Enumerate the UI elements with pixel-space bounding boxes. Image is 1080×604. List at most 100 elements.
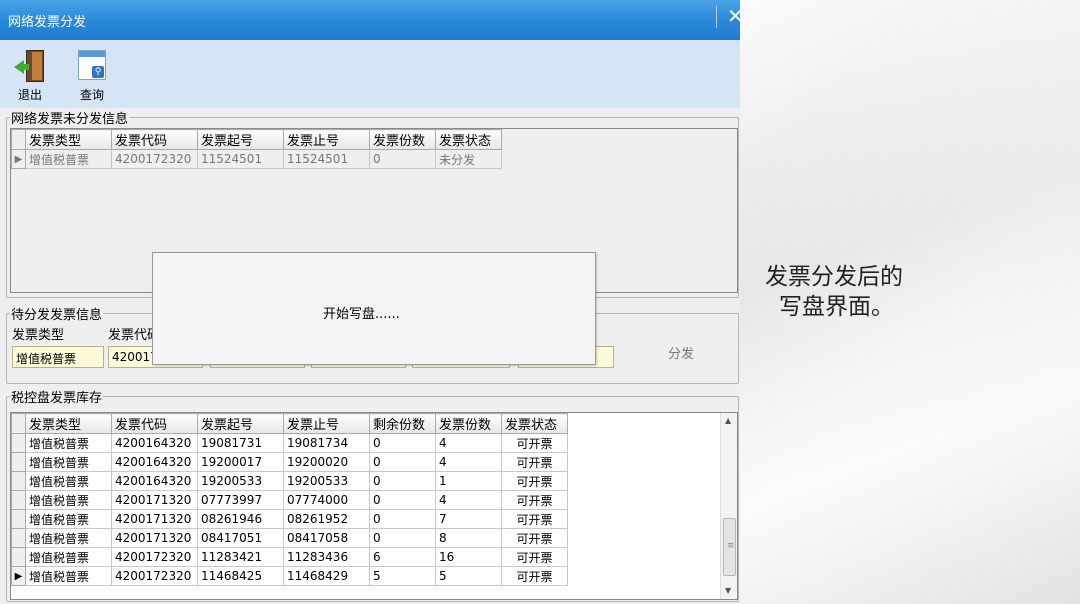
column-header[interactable]: 发票份数	[435, 413, 502, 434]
table-cell: 5	[369, 566, 436, 586]
table-cell: 8	[435, 528, 502, 548]
table-cell: 增值税普票	[25, 433, 112, 453]
row-indicator[interactable]: ▶	[11, 149, 26, 169]
column-header[interactable]: 发票状态	[435, 129, 502, 150]
table-cell: 11524501	[197, 149, 284, 169]
query-window-icon: ⚲	[76, 48, 108, 84]
table-cell: 5	[435, 566, 502, 586]
scroll-up-icon[interactable]: ▲	[725, 416, 731, 425]
table-cell: 07773997	[197, 490, 284, 510]
table-row[interactable]: 增值税普票 4200164320 19200533 19200533 0 1 可开票	[11, 471, 568, 491]
table-cell: 增值税普票	[25, 566, 112, 586]
table-cell: 4200171320	[111, 490, 198, 510]
table-cell: 08261952	[283, 509, 370, 529]
row-indicator[interactable]	[11, 433, 26, 453]
table-cell: 19200017	[197, 452, 284, 472]
table-cell: 增值税普票	[25, 149, 112, 169]
table-cell: 可开票	[501, 509, 568, 529]
table-cell: 11283436	[283, 547, 370, 567]
close-icon[interactable]: ✕	[727, 4, 740, 28]
table-cell: 19200533	[197, 471, 284, 491]
table-cell: 4200171320	[111, 509, 198, 529]
table-cell: 08261946	[197, 509, 284, 529]
table-cell: 6	[369, 547, 436, 567]
table-cell: 4	[435, 433, 502, 453]
query-button[interactable]: ⚲ 查询	[74, 48, 110, 103]
table-cell: 1	[435, 471, 502, 491]
pending-legend: 待分发发票信息	[11, 308, 103, 323]
exit-button[interactable]: 退出	[12, 48, 48, 103]
table-row[interactable]: ▶ 增值税普票 4200172320 11524501 11524501 0 未分发	[11, 149, 502, 169]
column-header[interactable]: 发票类型	[25, 413, 112, 434]
table-cell: 可开票	[501, 433, 568, 453]
table-cell: 增值税普票	[25, 509, 112, 529]
caption: 发票分发后的 写盘界面。	[765, 262, 965, 322]
table-cell: 4200171320	[111, 528, 198, 548]
table-cell: 4200164320	[111, 452, 198, 472]
stock-scrollbar[interactable]: ▲ ≡ ▼	[720, 413, 737, 599]
column-header[interactable]: 剩余份数	[369, 413, 436, 434]
distribute-button[interactable]: 分发	[668, 343, 694, 362]
column-header[interactable]: 发票止号	[283, 129, 370, 150]
table-cell: 19081731	[197, 433, 284, 453]
table-cell: 增值税普票	[25, 471, 112, 491]
caption-line-1: 发票分发后的	[765, 264, 903, 290]
column-header[interactable]: 发票类型	[25, 129, 112, 150]
column-header[interactable]: 发票起号	[197, 129, 284, 150]
table-row[interactable]: 增值税普票 4200164320 19081731 19081734 0 4 可开票	[11, 433, 568, 453]
table-cell: 可开票	[501, 528, 568, 548]
table-cell: 未分发	[435, 149, 502, 169]
title-separator	[716, 6, 717, 28]
row-indicator[interactable]	[11, 547, 26, 567]
table-cell: 4200172320	[111, 547, 198, 567]
column-header[interactable]: 发票份数	[369, 129, 436, 150]
table-cell: 可开票	[501, 566, 568, 586]
row-indicator-header	[11, 129, 26, 150]
table-cell: 0	[369, 471, 436, 491]
table-cell: 增值税普票	[25, 547, 112, 567]
table-cell: 4	[435, 452, 502, 472]
table-row[interactable]: 增值税普票 4200164320 19200017 19200020 0 4 可开票	[11, 452, 568, 472]
column-header[interactable]: 发票代码	[111, 413, 198, 434]
table-cell: 7	[435, 509, 502, 529]
scroll-down-icon[interactable]: ▼	[725, 586, 731, 595]
table-cell: 4	[435, 490, 502, 510]
table-cell: 08417058	[283, 528, 370, 548]
table-cell: 07774000	[283, 490, 370, 510]
table-cell: 可开票	[501, 490, 568, 510]
row-indicator[interactable]	[11, 509, 26, 529]
table-row[interactable]: 增值税普票 4200172320 11283421 11283436 6 16 可开票	[11, 547, 568, 567]
table-cell: 0	[369, 452, 436, 472]
pending-type-label: 发票类型	[12, 328, 65, 343]
exit-label: 退出	[17, 88, 42, 102]
write-disk-message: 开始写盘......	[323, 307, 400, 322]
column-header[interactable]: 发票代码	[111, 129, 198, 150]
stock-grid[interactable]: 发票类型 发票代码 发票起号 发票止号 剩余份数 发票份数 发票状态 增值税普票 4200164…	[10, 412, 738, 600]
table-cell: 11283421	[197, 547, 284, 567]
column-header[interactable]: 发票起号	[197, 413, 284, 434]
table-cell: 可开票	[501, 547, 568, 567]
column-header[interactable]: 发票止号	[283, 413, 370, 434]
pending-type-field[interactable]: 增值税普票	[12, 346, 104, 368]
row-indicator[interactable]	[11, 528, 26, 548]
table-cell: 19081734	[283, 433, 370, 453]
row-indicator[interactable]	[11, 490, 26, 510]
table-row[interactable]: ▶ 增值税普票 4200172320 11468425 11468429 5 5 可开票	[11, 566, 568, 586]
table-cell: 增值税普票	[25, 528, 112, 548]
invoice-distribution-window: 网络发票分发 ✕ 退出 ⚲ 查询 网络发票未分发信息 发票类型 发票代码 发票起号发…	[0, 0, 740, 604]
table-cell: 可开票	[501, 452, 568, 472]
table-row[interactable]: 增值税普票 4200171320 08261946 08261952 0 7 可开票	[11, 509, 568, 529]
scroll-thumb[interactable]: ≡	[723, 518, 736, 576]
row-indicator-header	[11, 413, 26, 434]
table-cell: 4200172320	[111, 149, 198, 169]
row-indicator[interactable]	[11, 471, 26, 491]
table-row[interactable]: 增值税普票 4200171320 07773997 07774000 0 4 可开票	[11, 490, 568, 510]
table-cell: 19200020	[283, 452, 370, 472]
table-row[interactable]: 增值税普票 4200171320 08417051 08417058 0 8 可开票	[11, 528, 568, 548]
table-cell: 增值税普票	[25, 452, 112, 472]
column-header[interactable]: 发票状态	[501, 413, 568, 434]
query-label: 查询	[79, 88, 104, 102]
row-indicator[interactable]	[11, 452, 26, 472]
table-cell: 可开票	[501, 471, 568, 491]
row-indicator[interactable]: ▶	[11, 566, 26, 586]
